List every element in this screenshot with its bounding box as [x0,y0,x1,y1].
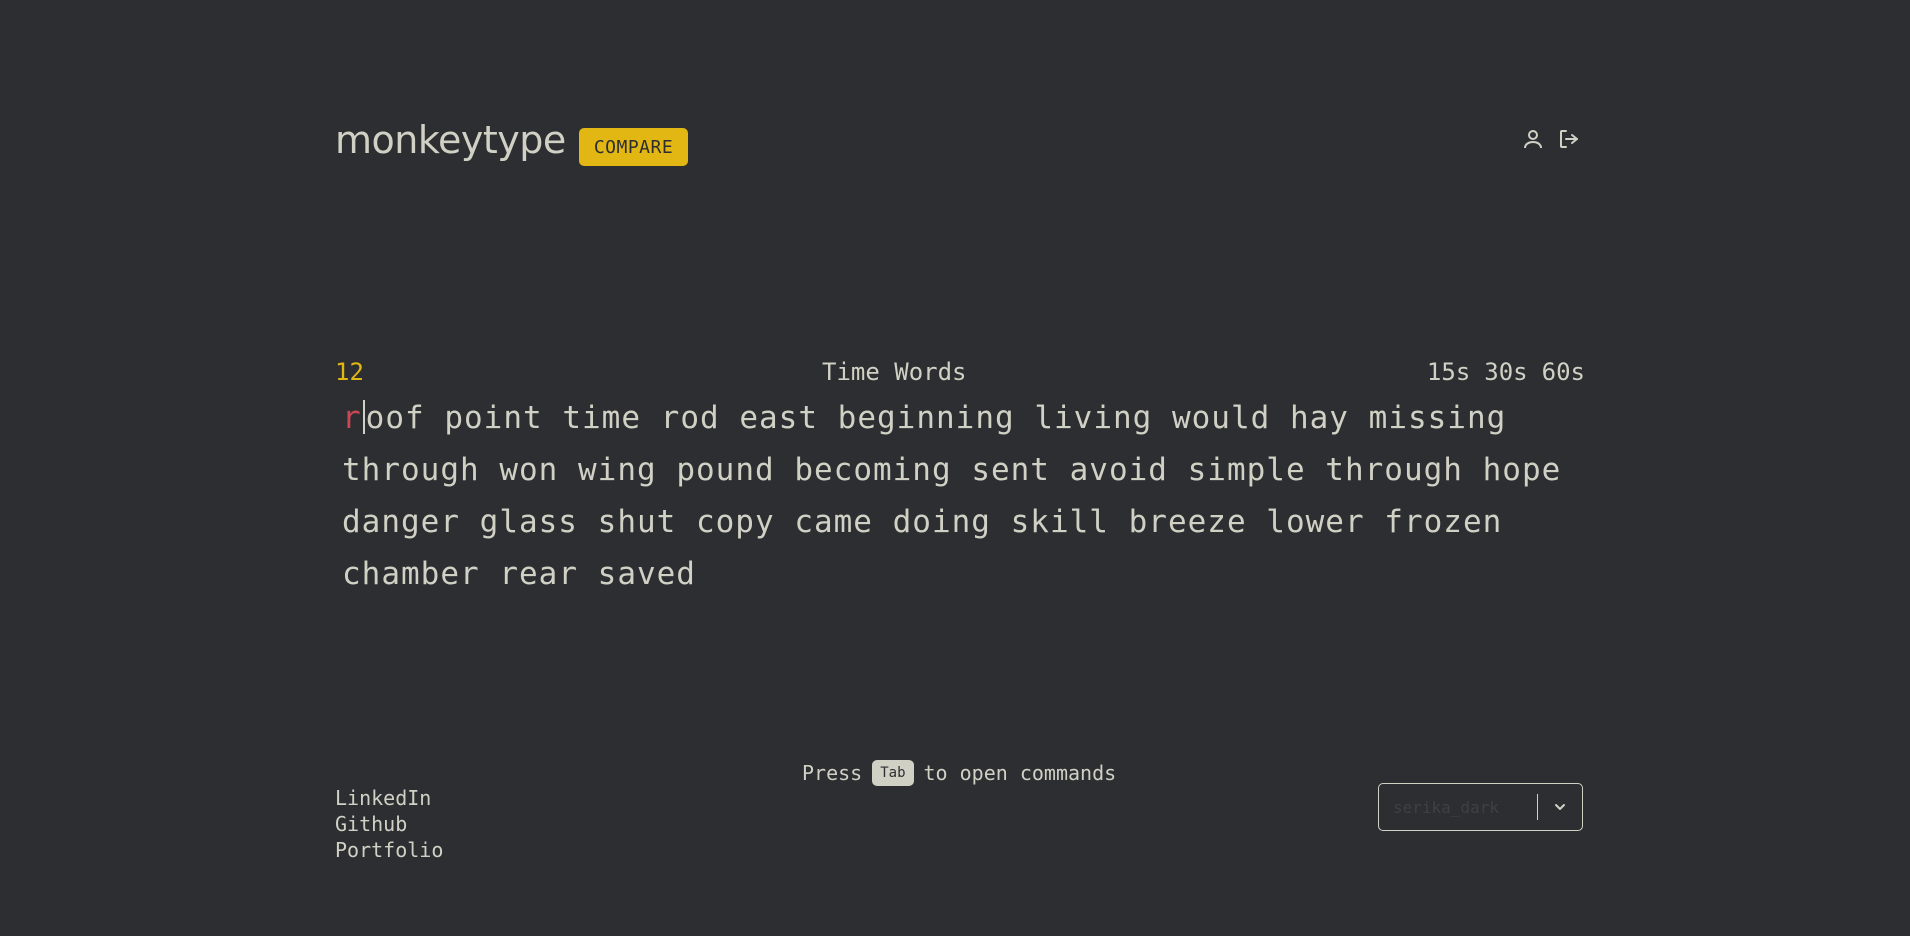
word: skill [1010,504,1109,540]
time-options: 15s 30s 60s [1427,358,1585,386]
portfolio-link[interactable]: Portfolio [335,837,443,863]
user-icon[interactable] [1520,126,1546,152]
command-hint: Press Tab to open commands [802,760,1116,786]
words-display[interactable]: r oof point time rod east beginning livin… [342,392,1572,600]
word: chamber [342,556,480,592]
word: time [562,400,641,436]
current-word-rest: oof [365,400,425,436]
linkedin-link[interactable]: LinkedIn [335,785,443,811]
word: east [739,400,818,436]
hint-prefix: Press [802,761,863,785]
mode-title: Time Words [822,358,967,386]
word: won [499,452,559,488]
word: glass [479,504,578,540]
time-option-30s[interactable]: 30s [1484,358,1527,386]
word: would [1171,400,1271,436]
word: hope [1482,452,1562,488]
word: copy [695,504,775,540]
chevron-down-icon[interactable] [1538,784,1582,830]
current-word: r oof [342,400,425,436]
word: saved [597,556,696,592]
word: avoid [1069,452,1168,488]
word: through [342,452,480,488]
caret [362,400,365,434]
sign-out-icon[interactable] [1556,126,1582,152]
word: through [1325,452,1463,488]
word: pound [676,452,775,488]
word: doing [892,504,991,540]
word: frozen [1384,504,1503,540]
hint-suffix: to open commands [923,761,1117,785]
word: breeze [1128,504,1247,540]
theme-select[interactable]: serika_dark [1378,783,1583,831]
word: hay [1289,400,1349,436]
word: simple [1187,452,1306,488]
tab-key: Tab [872,760,914,786]
theme-select-value: serika_dark [1393,797,1499,817]
word: sent [971,452,1050,488]
time-option-15s[interactable]: 15s [1427,358,1470,386]
header-icons [1520,126,1582,152]
typed-letter: r [342,400,362,436]
github-link[interactable]: Github [335,811,443,837]
timer: 12 [335,358,364,386]
footer-links: LinkedIn Github Portfolio [335,785,443,863]
word: living [1034,400,1153,436]
word: point [444,400,543,436]
word: rear [499,556,578,592]
logo[interactable]: monkeytype [335,118,566,162]
time-option-60s[interactable]: 60s [1542,358,1585,386]
word: wing [578,452,657,488]
word: shut [597,504,677,540]
word: danger [342,504,460,540]
word: missing [1368,400,1507,436]
word: rod [660,400,720,436]
compare-button[interactable]: COMPARE [579,128,688,166]
word: lower [1266,504,1365,540]
word: came [794,504,873,540]
word: becoming [794,452,952,488]
page: monkeytype COMPARE 12 Time Words 15s 30s… [0,0,1910,936]
word: beginning [837,400,1015,436]
